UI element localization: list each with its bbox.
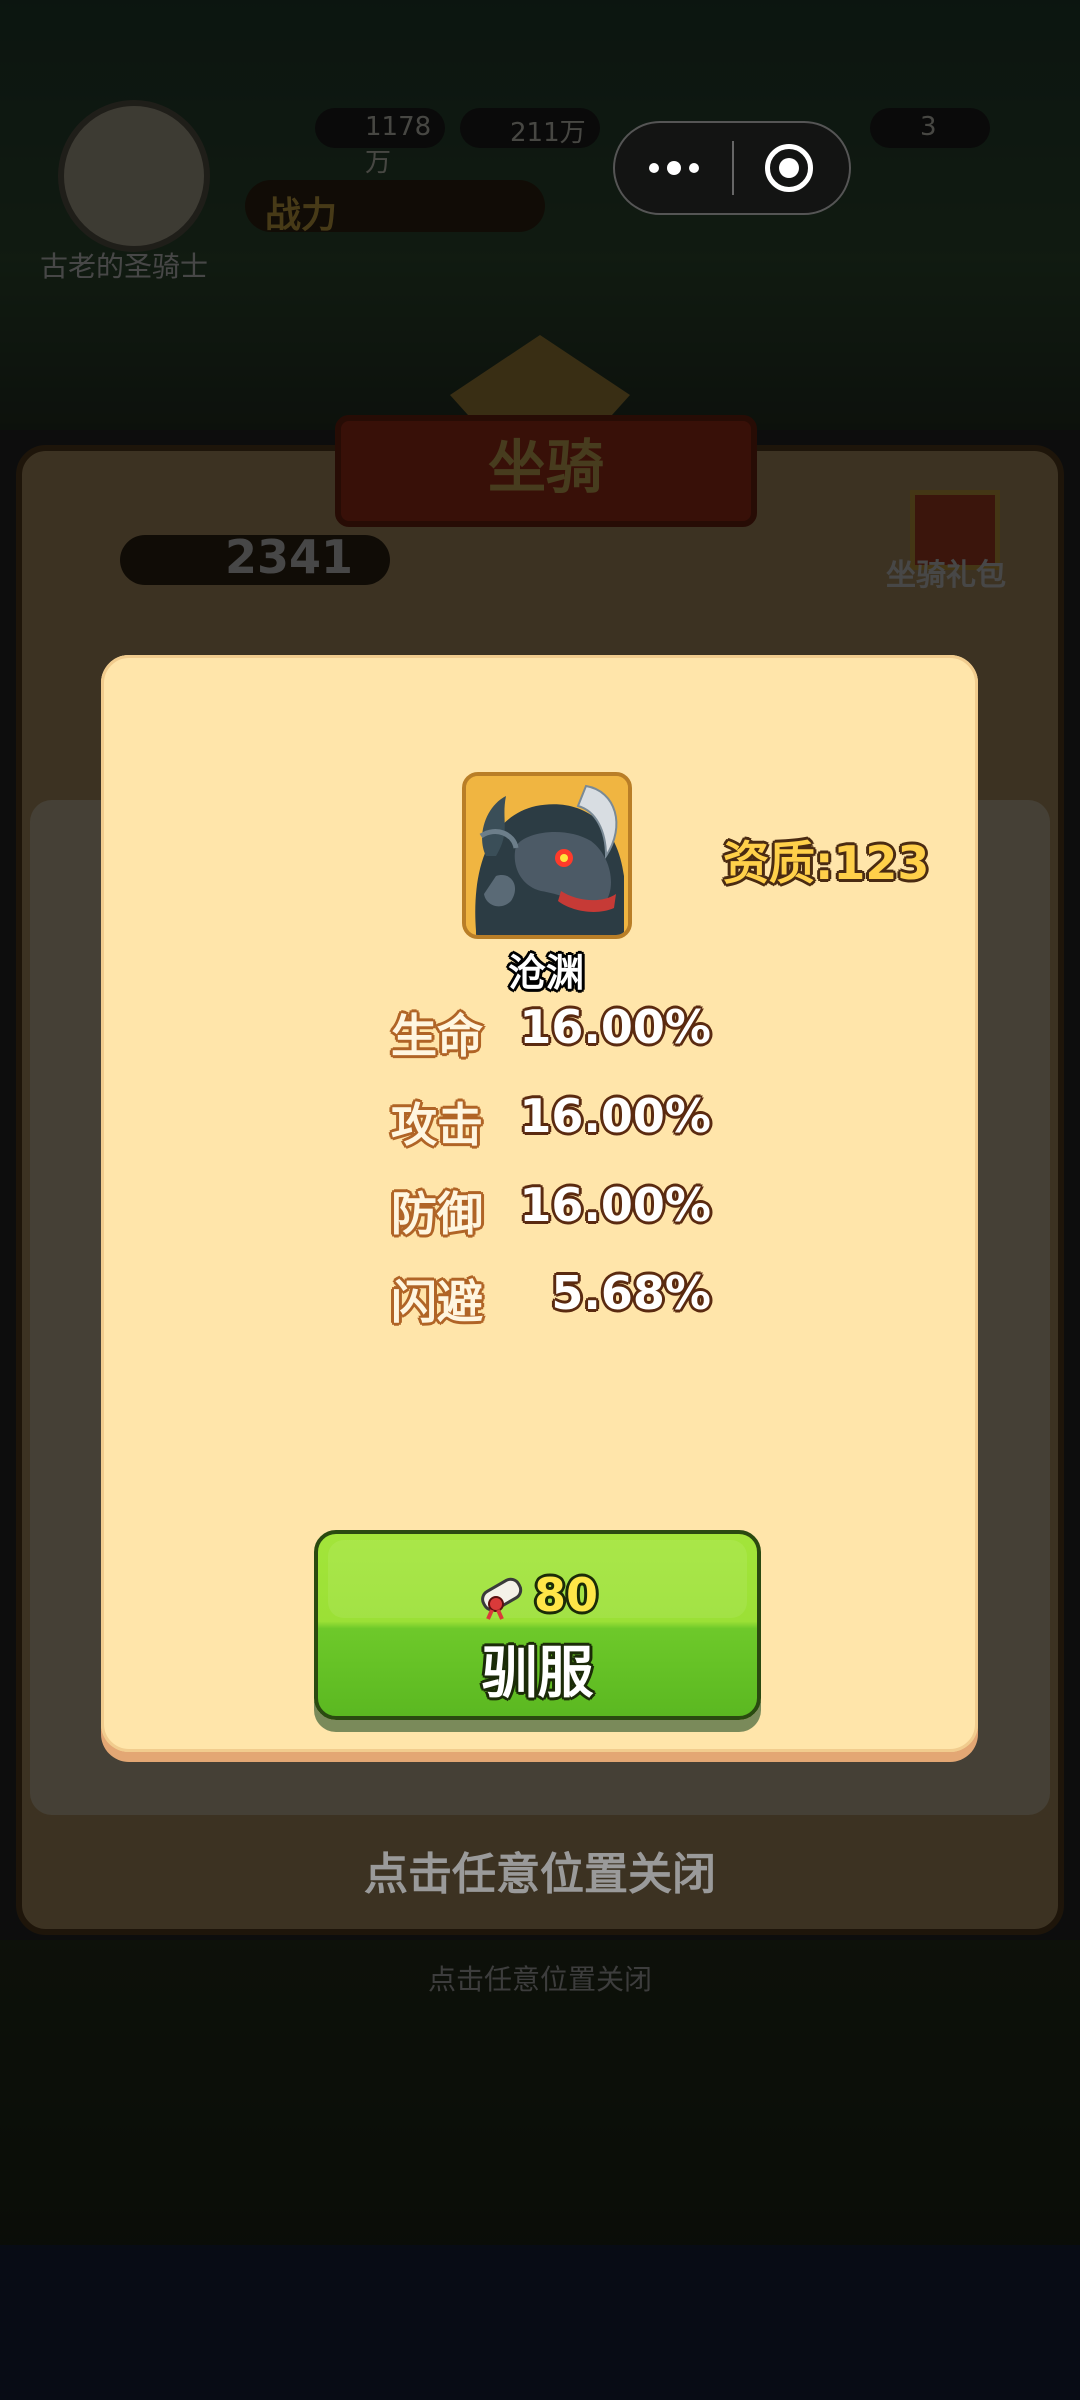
resource-counter: 211万	[460, 108, 600, 148]
stat-label: 生命	[391, 1009, 483, 1063]
player-name: 古老的圣骑士	[40, 250, 209, 283]
stat-row-defense: 防御 16.00%	[391, 1174, 711, 1244]
meat-count: 2341	[225, 530, 354, 584]
resource-counter: 3	[870, 108, 990, 148]
stat-label: 防御	[391, 1187, 483, 1241]
stat-value: 16.00%	[519, 1178, 711, 1232]
tame-button[interactable]: 80 驯服	[314, 1530, 761, 1720]
wolf-beast-icon	[466, 776, 628, 935]
close-hint[interactable]: 点击任意位置关闭	[0, 1838, 1080, 1902]
mount-portrait	[462, 772, 632, 939]
background-close-hint: 点击任意位置关闭	[427, 1963, 652, 1996]
tame-label: 驯服	[481, 1641, 594, 1706]
panel-title: 坐骑	[335, 415, 757, 527]
stat-row-hp: 生命 16.00%	[391, 996, 711, 1066]
gift-label: 坐骑礼包	[886, 558, 1006, 593]
mount-name: 沧渊	[507, 951, 584, 995]
stat-row-attack: 攻击 16.00%	[391, 1085, 711, 1155]
stat-label: 攻击	[391, 1098, 483, 1152]
stat-row-dodge: 闪避 5.68%	[391, 1262, 711, 1332]
bottom-nav	[0, 2245, 1080, 2400]
more-menu-icon[interactable]	[615, 123, 733, 213]
player-avatar	[58, 100, 210, 252]
stat-label: 闪避	[391, 1275, 483, 1329]
tame-cost: 80	[534, 1568, 599, 1622]
stat-value: 5.68%	[551, 1266, 711, 1320]
stat-value: 16.00%	[519, 1000, 711, 1054]
resource-counter: 1178万	[315, 108, 445, 178]
miniprogram-capsule	[613, 121, 851, 215]
mount-aptitude: 资质:123	[723, 836, 930, 890]
power-display: 战力	[245, 180, 545, 236]
scroll-icon	[481, 1577, 523, 1620]
close-miniprogram-icon[interactable]	[765, 144, 813, 192]
capsule-divider	[732, 141, 734, 195]
stat-value: 16.00%	[519, 1089, 711, 1143]
mount-detail-dialog: 沧渊 资质:123 生命 16.00% 攻击 16.00% 防御 16.00% …	[101, 655, 978, 1752]
